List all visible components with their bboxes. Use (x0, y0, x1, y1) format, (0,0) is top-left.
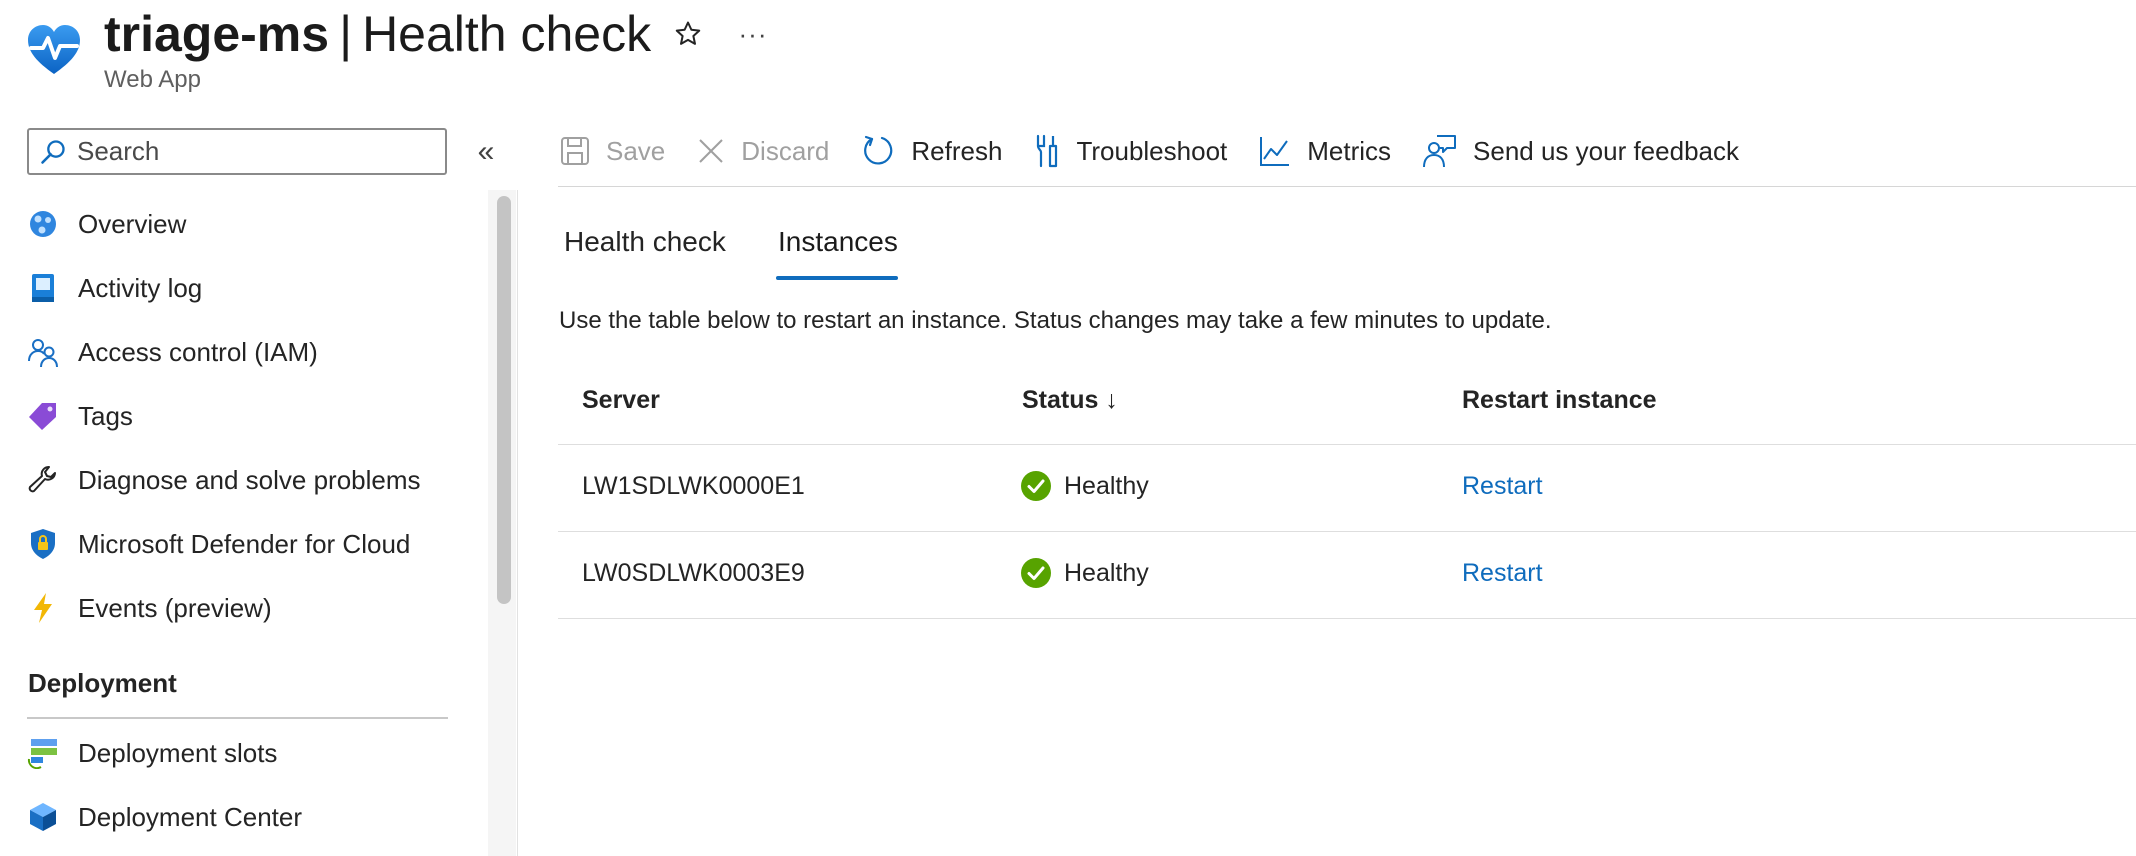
status-cell: Healthy (1020, 557, 1149, 589)
search-icon (41, 139, 65, 164)
lightning-icon (26, 591, 60, 625)
server-name: LW0SDLWK0003E9 (582, 559, 805, 587)
line-chart-icon (1260, 137, 1290, 166)
active-tab-indicator (776, 276, 898, 280)
log-book-icon (26, 271, 60, 305)
sidebar-item-deployment-center[interactable]: Deployment Center (26, 793, 466, 841)
column-header-restart: Restart instance (1462, 386, 1657, 414)
shield-lock-icon (26, 527, 60, 561)
tab-health-check[interactable]: Health check (564, 226, 726, 258)
collapse-sidebar-button[interactable]: « (468, 132, 504, 172)
command-bar: Save Discard Refresh Troubleshoot Metric… (560, 128, 1771, 174)
save-label: Save (606, 135, 666, 166)
restart-link[interactable]: Restart (1462, 559, 1543, 588)
favorite-button[interactable] (670, 14, 706, 54)
feedback-label: Send us your feedback (1473, 135, 1739, 166)
sidebar-item-diagnose[interactable]: Diagnose and solve problems (26, 456, 466, 504)
sidebar-item-label: Overview (78, 208, 187, 239)
tag-icon (26, 399, 60, 433)
refresh-icon (864, 135, 893, 165)
star-icon (675, 21, 701, 45)
people-icon (26, 335, 60, 369)
sidebar-search[interactable] (27, 128, 447, 175)
column-header-server[interactable]: Server (582, 386, 660, 415)
troubleshoot-label: Troubleshoot (1076, 135, 1228, 166)
troubleshoot-button[interactable]: Troubleshoot (1034, 134, 1227, 168)
sidebar-item-label: Deployment Center (78, 801, 302, 832)
restart-link[interactable]: Restart (1462, 472, 1543, 501)
title-separator: | (339, 6, 353, 62)
discard-label: Discard (741, 135, 830, 166)
close-icon (699, 139, 723, 163)
refresh-button[interactable]: Refresh (861, 134, 1002, 168)
heart-pulse-icon (28, 25, 80, 74)
sidebar-item-label: Events (preview) (78, 592, 272, 623)
resource-name: triage-ms (104, 6, 330, 62)
server-name: LW1SDLWK0000E1 (582, 472, 805, 500)
status-text: Healthy (1064, 471, 1149, 500)
check-circle-icon (1021, 558, 1051, 588)
wrench-icon (26, 463, 60, 497)
sidebar-item-label: Microsoft Defender for Cloud (78, 528, 411, 559)
sidebar-item-access-control[interactable]: Access control (IAM) (26, 328, 466, 376)
slots-icon (26, 736, 60, 770)
save-button[interactable]: Save (560, 136, 665, 167)
sidebar-item-defender[interactable]: Microsoft Defender for Cloud (26, 520, 466, 568)
sidebar-section-deployment: Deployment (28, 668, 177, 698)
toolbar-divider (558, 186, 2136, 187)
metrics-label: Metrics (1307, 135, 1392, 166)
cube-icon (26, 800, 60, 834)
feedback-button[interactable]: Send us your feedback (1423, 134, 1739, 168)
row-divider (558, 531, 2136, 532)
save-icon (561, 137, 589, 165)
page-header: triage-ms | Health check ··· Web App (0, 0, 2136, 120)
sidebar-item-label: Tags (78, 400, 133, 431)
feedback-icon (1423, 135, 1457, 168)
sidebar-border (517, 190, 518, 856)
sidebar-item-label: Activity log (78, 272, 203, 303)
sidebar-item-label: Deployment slots (78, 737, 278, 768)
more-options-button[interactable]: ··· (735, 14, 771, 54)
status-cell: Healthy (1020, 470, 1149, 502)
metrics-button[interactable]: Metrics (1259, 135, 1391, 167)
instances-description: Use the table below to restart an instan… (559, 307, 1552, 334)
tab-instances[interactable]: Instances (778, 226, 898, 258)
sidebar-item-activity-log[interactable]: Activity log (26, 264, 466, 312)
search-input[interactable] (77, 136, 417, 167)
discard-button[interactable]: Discard (697, 136, 829, 167)
sidebar-item-overview[interactable]: Overview (26, 200, 466, 248)
sidebar-item-label: Diagnose and solve problems (78, 464, 421, 495)
status-text: Healthy (1064, 558, 1149, 587)
check-circle-icon (1021, 471, 1051, 501)
page-title: triage-ms | Health check (104, 4, 651, 64)
sidebar-item-events[interactable]: Events (preview) (26, 584, 466, 632)
sidebar-item-tags[interactable]: Tags (26, 392, 466, 440)
row-divider (558, 444, 2136, 445)
refresh-label: Refresh (911, 135, 1003, 166)
row-divider (558, 618, 2136, 619)
sidebar-item-label: Access control (IAM) (78, 336, 318, 367)
sidebar-item-deployment-slots[interactable]: Deployment slots (26, 729, 466, 777)
blade-title: Health check (362, 6, 652, 62)
resource-type: Web App (104, 66, 201, 93)
troubleshoot-icon (1037, 134, 1058, 168)
sidebar-scrollbar-thumb[interactable] (497, 196, 511, 604)
column-header-status[interactable]: Status ↓ (1022, 386, 1118, 415)
globe-icon (26, 207, 60, 241)
section-divider (27, 717, 448, 719)
